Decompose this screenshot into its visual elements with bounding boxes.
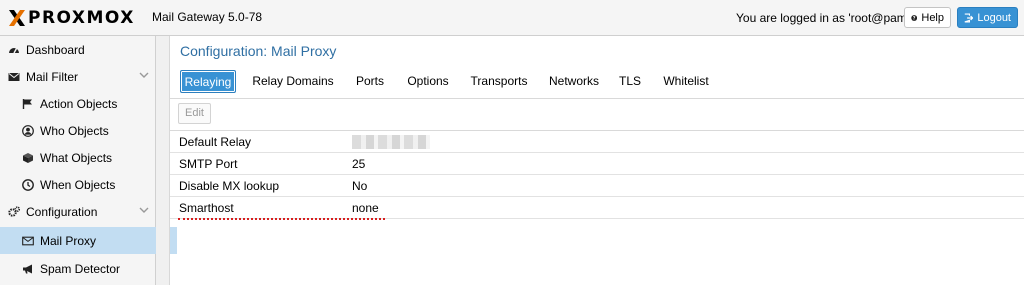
sidebar-item-label: Action Objects	[40, 96, 118, 111]
cube-icon	[23, 152, 33, 163]
sidebar-item-dashboard[interactable]: Dashboard	[0, 36, 163, 63]
sidebar-item-action-objects[interactable]: Action Objects	[0, 90, 177, 117]
logout-button[interactable]: Logout	[957, 7, 1018, 28]
envelope-icon	[8, 72, 20, 81]
sidebar-item-label: What Objects	[40, 150, 113, 165]
flag-icon	[22, 98, 32, 109]
sidebar-item-label: Configuration	[26, 204, 98, 219]
tab-networks[interactable]: Networks	[544, 70, 604, 93]
tab-tls[interactable]: TLS	[616, 70, 644, 93]
sidebar-item-label: Spam Detector	[40, 261, 121, 276]
row-value: No	[352, 179, 368, 193]
tab-ports[interactable]: Ports	[350, 70, 390, 93]
tab-relaying[interactable]: Relaying	[180, 70, 236, 93]
sidebar-item-label: When Objects	[40, 177, 116, 192]
row-key: Default Relay	[179, 135, 252, 149]
relaying-grid: Default Relay SMTP Port 25 Disable MX lo…	[170, 130, 1024, 219]
highlight-underline	[178, 218, 385, 220]
tab-relay-domains[interactable]: Relay Domains	[248, 70, 338, 93]
proxmox-logo: PROXMOX	[8, 8, 135, 28]
top-bar: PROXMOX Mail Gateway 5.0-78 You are logg…	[0, 0, 1024, 36]
tab-transports[interactable]: Transports	[466, 70, 532, 93]
row-key: Smarthost	[179, 201, 234, 215]
sidebar-item-label: Mail Filter	[26, 69, 79, 84]
table-row[interactable]: Smarthost none	[170, 197, 1024, 219]
sidebar-item-configuration[interactable]: Configuration	[0, 198, 163, 225]
sidebar-item-what-objects[interactable]: What Objects	[0, 144, 177, 171]
help-label: Help	[921, 11, 944, 24]
row-value: 25	[352, 157, 366, 171]
help-button[interactable]: ? Help	[904, 7, 951, 28]
table-row[interactable]: SMTP Port 25	[170, 153, 1024, 175]
sidebar-item-mail-filter[interactable]: Mail Filter	[0, 63, 163, 90]
row-value: none	[352, 201, 379, 215]
sidebar: Dashboard Mail Filter Action Objects Who…	[0, 36, 177, 285]
table-row[interactable]: Default Relay	[170, 131, 1024, 153]
sidebar-item-who-objects[interactable]: Who Objects	[0, 117, 177, 144]
user-icon	[22, 124, 34, 137]
envelope-icon	[22, 236, 34, 245]
tab-options[interactable]: Options	[402, 70, 454, 93]
help-icon: ?	[911, 14, 918, 21]
clock-icon	[22, 178, 34, 191]
sidebar-item-mail-proxy[interactable]: Mail Proxy	[0, 227, 177, 254]
logout-label: Logout	[977, 11, 1011, 24]
tab-divider	[170, 98, 1024, 99]
dashboard-icon	[9, 47, 19, 53]
sidebar-item-spam-detector[interactable]: Spam Detector	[0, 255, 177, 282]
product-version: Mail Gateway 5.0-78	[152, 10, 263, 24]
tab-whitelist[interactable]: Whitelist	[656, 70, 716, 93]
sign-out-icon	[964, 13, 974, 22]
edit-button[interactable]: Edit	[178, 103, 211, 124]
sidebar-item-label: Dashboard	[26, 42, 85, 57]
chevron-down-icon[interactable]	[139, 71, 149, 79]
bullhorn-icon	[23, 264, 32, 273]
svg-text:?: ?	[913, 15, 916, 21]
row-key: SMTP Port	[179, 157, 238, 171]
main-panel: Configuration: Mail Proxy Relaying Relay…	[170, 36, 1024, 285]
page-title: Configuration: Mail Proxy	[180, 43, 337, 59]
sidebar-item-when-objects[interactable]: When Objects	[0, 171, 177, 198]
chevron-down-icon[interactable]	[139, 206, 149, 214]
brand-name: PROXMOX	[28, 8, 135, 28]
table-row[interactable]: Disable MX lookup No	[170, 175, 1024, 197]
sidebar-splitter[interactable]	[156, 36, 170, 285]
logged-in-status: You are logged in as 'root@pam'	[736, 11, 910, 25]
logo-x-icon	[9, 10, 25, 26]
row-key: Disable MX lookup	[179, 179, 280, 193]
redacted-value	[352, 135, 430, 149]
sidebar-item-label: Who Objects	[40, 123, 109, 138]
gears-icon	[8, 205, 20, 217]
sidebar-item-label: Mail Proxy	[40, 233, 97, 248]
